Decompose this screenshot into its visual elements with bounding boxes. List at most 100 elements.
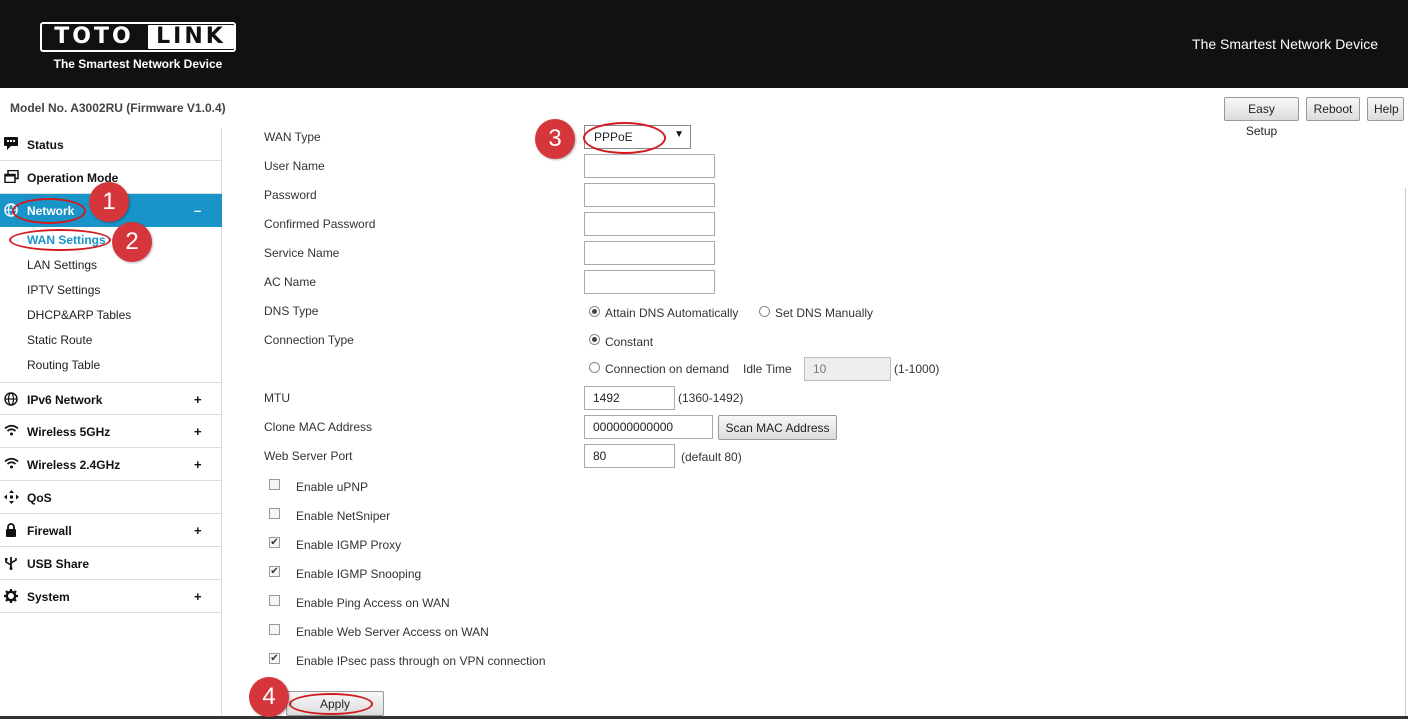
expand-toggle[interactable]: + [194, 392, 202, 407]
wifi-icon [3, 457, 19, 471]
conn-constant-radio[interactable] [589, 334, 600, 345]
model-number: Model No. A3002RU (Firmware V1.0.4) [10, 101, 226, 115]
wan-type-select[interactable]: PPPoE ▼ [584, 125, 691, 149]
sidebar-item-label: Status [27, 138, 64, 152]
scan-mac-button[interactable]: Scan MAC Address [718, 415, 837, 440]
submenu-wan-settings[interactable]: WAN Settings [27, 233, 106, 247]
sidebar-item-label: Wireless 5GHz [27, 425, 111, 439]
expand-toggle[interactable]: + [194, 457, 202, 472]
sidebar-item-firewall[interactable]: Firewall + [0, 514, 222, 547]
sidebar-item-ipv6-network[interactable]: IPv6 Network + [0, 382, 222, 415]
ping-access-label: Enable Ping Access on WAN [296, 596, 450, 610]
user-name-label: User Name [264, 159, 325, 173]
submenu-routing-table[interactable]: Routing Table [27, 358, 100, 372]
password-label: Password [264, 188, 317, 202]
mtu-label: MTU [264, 391, 290, 405]
sidebar-item-label: USB Share [27, 557, 90, 571]
ac-name-input[interactable] [584, 270, 715, 294]
header-slogan: The Smartest Network Device [1192, 36, 1378, 52]
expand-toggle[interactable]: + [194, 523, 202, 538]
sidebar-item-wireless-5ghz[interactable]: Wireless 5GHz + [0, 415, 222, 448]
user-name-input[interactable] [584, 154, 715, 178]
upnp-label: Enable uPNP [296, 480, 369, 494]
submenu-dhcp-arp-tables[interactable]: DHCP&ARP Tables [27, 308, 131, 322]
web-port-note: (default 80) [681, 450, 742, 464]
windows-icon [3, 169, 19, 184]
mtu-range: (1360-1492) [678, 391, 744, 405]
sidebar-item-label: Network [27, 204, 75, 218]
wan-type-label: WAN Type [264, 130, 321, 144]
connection-type-label: Connection Type [264, 333, 354, 347]
submenu-lan-settings[interactable]: LAN Settings [27, 258, 97, 272]
step-badge-4: 4 [249, 677, 289, 717]
sidebar-item-qos[interactable]: QoS [0, 481, 222, 514]
globe-icon [3, 203, 19, 217]
totolink-logo[interactable]: TOTO LINK [40, 22, 236, 52]
sidebar-item-label: Wireless 2.4GHz [27, 458, 121, 472]
idle-time-label: Idle Time [743, 362, 792, 376]
ping-access-checkbox[interactable] [269, 595, 280, 606]
step-badge-2: 2 [112, 222, 152, 262]
wan-type-value: PPPoE [594, 130, 633, 144]
conn-on-demand-label: Connection on demand [605, 362, 730, 376]
password-input[interactable] [584, 183, 715, 207]
help-button[interactable]: Help [1367, 97, 1404, 121]
idle-time-input[interactable] [804, 357, 891, 381]
dns-auto-radio[interactable] [589, 306, 600, 317]
submenu-iptv-settings[interactable]: IPTV Settings [27, 283, 100, 297]
sidebar-item-system[interactable]: System + [0, 580, 222, 613]
sidebar-item-label: System [27, 590, 70, 604]
submenu-static-route[interactable]: Static Route [27, 333, 92, 347]
gear-icon [3, 589, 19, 603]
service-name-input[interactable] [584, 241, 715, 265]
dropdown-arrow-icon: ▼ [674, 129, 684, 140]
clone-mac-label: Clone MAC Address [264, 420, 373, 434]
igmp-proxy-checkbox[interactable]: ✔ [269, 537, 280, 548]
service-name-label: Service Name [264, 246, 340, 260]
header-bar: TOTO LINK The Smartest Network Device Th… [0, 0, 1408, 88]
logo-tagline: The Smartest Network Device [53, 57, 223, 71]
upnp-checkbox[interactable] [269, 479, 280, 490]
dns-manual-radio[interactable] [759, 306, 770, 317]
igmp-snooping-label: Enable IGMP Snooping [296, 567, 422, 581]
web-access-checkbox[interactable] [269, 624, 280, 635]
dns-manual-label: Set DNS Manually [775, 306, 874, 320]
ipsec-passthrough-checkbox[interactable]: ✔ [269, 653, 280, 664]
sidebar-item-label: IPv6 Network [27, 393, 103, 407]
web-port-input[interactable] [584, 444, 675, 468]
step-badge-1: 1 [89, 182, 129, 222]
web-access-label: Enable Web Server Access on WAN [296, 625, 489, 639]
qos-icon [3, 490, 19, 504]
chat-icon [3, 137, 19, 151]
dns-auto-label: Attain DNS Automatically [605, 306, 739, 320]
conn-constant-label: Constant [605, 335, 654, 349]
netsniper-checkbox[interactable] [269, 508, 280, 519]
easy-setup-button[interactable]: Easy Setup [1224, 97, 1299, 138]
confirmed-password-label: Confirmed Password [264, 217, 376, 231]
reboot-button[interactable]: Reboot [1306, 97, 1360, 121]
confirmed-password-input[interactable] [584, 212, 715, 236]
apply-button[interactable]: Apply [286, 691, 384, 716]
expand-toggle[interactable]: + [194, 589, 202, 604]
igmp-snooping-checkbox[interactable]: ✔ [269, 566, 280, 577]
clone-mac-input[interactable] [584, 415, 713, 439]
lock-icon [3, 523, 19, 537]
globe-icon [3, 392, 19, 406]
logo-text-link: LINK [148, 25, 234, 49]
igmp-proxy-label: Enable IGMP Proxy [296, 538, 402, 552]
sidebar-item-label: QoS [27, 491, 52, 505]
conn-on-demand-radio[interactable] [589, 362, 600, 373]
netsniper-label: Enable NetSniper [296, 509, 391, 523]
sidebar-item-usb-share[interactable]: USB Share [0, 547, 222, 580]
expand-toggle[interactable]: + [194, 424, 202, 439]
sidebar-item-label: Firewall [27, 524, 72, 538]
sidebar-item-status[interactable]: Status [0, 128, 222, 161]
ipsec-passthrough-label: Enable IPsec pass through on VPN connect… [296, 654, 546, 668]
logo-text-toto: TOTO [54, 24, 134, 49]
scrollbar-track[interactable] [1405, 188, 1406, 718]
collapse-toggle[interactable]: – [194, 203, 201, 218]
step-badge-3: 3 [535, 119, 575, 159]
sidebar-item-wireless-24ghz[interactable]: Wireless 2.4GHz + [0, 448, 222, 481]
mtu-input[interactable] [584, 386, 675, 410]
web-port-label: Web Server Port [264, 449, 353, 463]
